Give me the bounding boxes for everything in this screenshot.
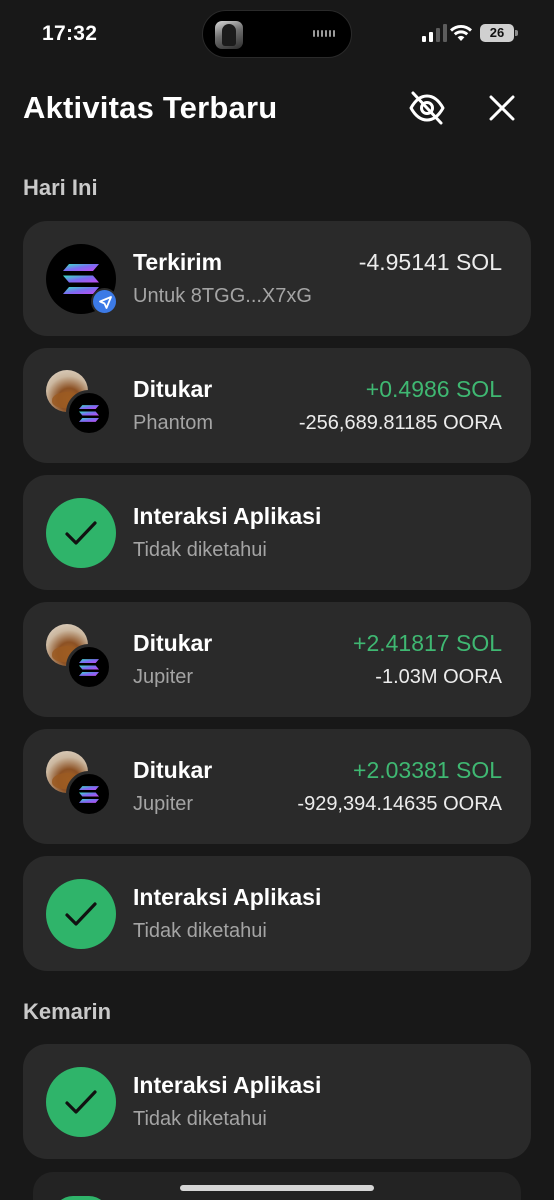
check-icon <box>46 1067 116 1137</box>
activity-amount-received: +2.41817 SOL <box>353 630 502 656</box>
activity-card[interactable]: Ditukar Jupiter +2.41817 SOL -1.03M OORA <box>23 602 531 717</box>
activity-card[interactable]: Interaksi Aplikasi Tidak diketahui <box>23 1044 531 1159</box>
status-bar: 17:32 26 <box>0 0 554 70</box>
send-icon <box>91 288 118 315</box>
activity-amount-sent: -256,689.81185 OORA <box>298 412 502 434</box>
activity-card[interactable]: Ditukar Jupiter +2.03381 SOL -929,394.14… <box>23 729 531 844</box>
solana-icon <box>66 771 112 817</box>
activity-type: Interaksi Aplikasi <box>133 1072 322 1098</box>
activity-amount: -4.95141 SOL <box>358 249 502 275</box>
battery-icon: 26 <box>480 24 518 42</box>
solana-icon <box>66 644 112 690</box>
activity-source: Jupiter <box>133 666 194 688</box>
eye-slash-icon <box>409 91 445 125</box>
activity-source: Tidak diketahui <box>133 539 267 561</box>
signal-icon <box>422 24 447 42</box>
activity-recipient: Untuk 8TGG...X7xG <box>133 285 312 307</box>
activity-type: Ditukar <box>133 376 213 402</box>
activity-source: Phantom <box>133 412 214 434</box>
activity-card[interactable]: Terkirim Untuk 8TGG...X7xG -4.95141 SOL <box>23 221 531 336</box>
activity-source: Tidak diketahui <box>133 1108 267 1130</box>
solana-icon <box>66 390 112 436</box>
activity-card[interactable]: Ditukar Phantom +0.4986 SOL -256,689.811… <box>23 348 531 463</box>
activity-type: Ditukar <box>133 630 213 656</box>
hide-balance-button[interactable] <box>407 88 447 128</box>
activity-amount-sent: -929,394.14635 OORA <box>297 793 502 815</box>
activity-type: Interaksi Aplikasi <box>133 884 322 910</box>
activity-type: Terkirim <box>133 249 223 275</box>
check-icon <box>46 498 116 568</box>
now-playing-artwork <box>215 21 243 49</box>
activity-amount-sent: -1.03M OORA <box>375 666 502 688</box>
status-time: 17:32 <box>42 22 98 45</box>
home-indicator[interactable] <box>180 1185 374 1191</box>
check-icon <box>53 1196 109 1200</box>
section-heading-yesterday: Kemarin <box>23 999 112 1024</box>
dynamic-island[interactable] <box>202 10 352 58</box>
activity-type: Ditukar <box>133 757 213 783</box>
activity-amount-received: +2.03381 SOL <box>353 757 502 783</box>
activity-amount-received: +0.4986 SOL <box>365 376 502 402</box>
activity-card[interactable]: Interaksi Aplikasi Tidak diketahui <box>23 856 531 971</box>
close-button[interactable] <box>484 90 520 126</box>
wifi-icon <box>450 24 472 41</box>
audio-waveform-icon <box>313 30 335 37</box>
activity-source: Tidak diketahui <box>133 920 267 942</box>
activity-source: Jupiter <box>133 793 194 815</box>
activity-type: Interaksi Aplikasi <box>133 503 322 529</box>
section-heading-today: Hari Ini <box>23 175 98 200</box>
activity-card[interactable]: Interaksi Aplikasi Tidak diketahui <box>23 475 531 590</box>
check-icon <box>46 879 116 949</box>
page-title: Aktivitas Terbaru <box>23 90 278 125</box>
close-icon <box>489 95 515 121</box>
